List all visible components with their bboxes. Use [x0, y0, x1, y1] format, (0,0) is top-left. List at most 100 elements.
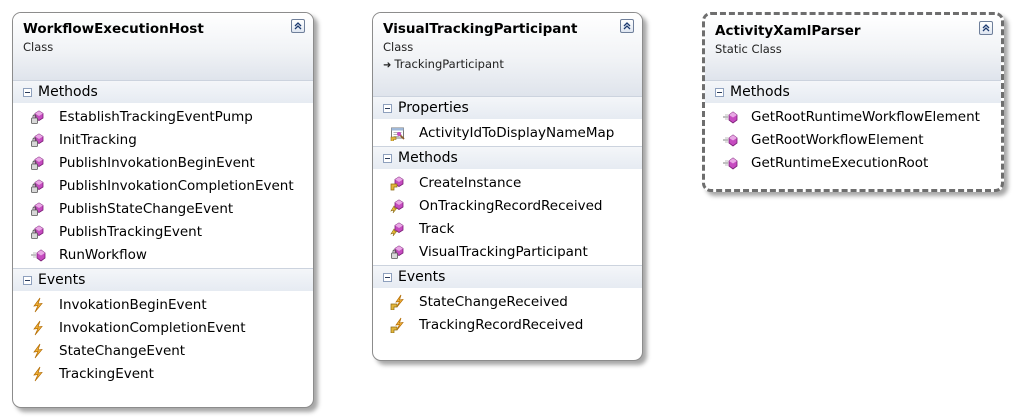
base-class-name: TrackingParticipant [394, 57, 504, 71]
protected-event-icon [390, 294, 406, 310]
member-list: InvokationBeginEvent InvokationCompletion… [13, 291, 313, 387]
member-item[interactable]: VisualTrackingParticipant [373, 240, 642, 263]
member-item[interactable]: RunWorkflow [13, 243, 313, 266]
compartment-methods: Methods EstablishTrackingEventPump InitTr… [13, 80, 313, 268]
protected-event-icon [390, 317, 406, 333]
member-label: PublishTrackingEvent [59, 223, 202, 240]
member-item[interactable]: CreateInstance [373, 171, 642, 194]
class-box-workflowexecutionhost[interactable]: WorkflowExecutionHost Class Methods Esta… [12, 12, 314, 408]
member-label: Track [419, 220, 455, 237]
private-method-icon [30, 224, 46, 240]
member-label: PublishInvokationCompletionEvent [59, 177, 294, 194]
member-label: TrackingRecordReceived [419, 316, 584, 333]
private-method-icon [30, 178, 46, 194]
member-label: CreateInstance [419, 174, 522, 191]
member-item[interactable]: InvokationBeginEvent [13, 293, 313, 316]
member-label: VisualTrackingParticipant [419, 243, 588, 260]
compartment-events: Events StateChangeReceived TrackingRecord… [373, 265, 642, 338]
base-class: ➜ TrackingParticipant [383, 55, 632, 75]
protected-override-method-icon [390, 198, 406, 214]
member-item[interactable]: GetRuntimeExecutionRoot [705, 151, 1001, 174]
compartment-label: Methods [398, 150, 458, 166]
class-kind: Static Class [715, 42, 782, 56]
compartment-events: Events InvokationBeginEvent InvokationCom… [13, 268, 313, 387]
event-icon [30, 343, 46, 359]
compartment-header-properties[interactable]: Properties [373, 97, 642, 119]
class-header: ActivityXamlParser Static Class [705, 15, 1001, 80]
member-label: InvokationCompletionEvent [59, 319, 246, 336]
member-list: GetRootRuntimeWorkflowElement GetRootWork… [705, 103, 1001, 176]
member-item[interactable]: TrackingRecordReceived [373, 313, 642, 336]
member-item[interactable]: EstablishTrackingEventPump [13, 105, 313, 128]
compartment-methods: Methods CreateInstance OnTrackingRecordRe… [373, 146, 642, 265]
public-method-icon [722, 109, 738, 125]
member-label: TrackingEvent [59, 365, 154, 382]
collapse-toggle-icon[interactable] [979, 21, 993, 35]
member-item[interactable]: StateChangeEvent [13, 339, 313, 362]
compartment-properties: Properties ActivityIdToDisplayNameMap [373, 96, 642, 146]
protected-override-method-icon [390, 221, 406, 237]
member-item[interactable]: Track [373, 217, 642, 240]
member-item[interactable]: GetRootRuntimeWorkflowElement [705, 105, 1001, 128]
compartment-label: Events [38, 272, 86, 288]
collapse-minus-icon[interactable] [383, 103, 392, 113]
class-name: VisualTrackingParticipant [383, 21, 578, 37]
event-icon [30, 297, 46, 313]
member-item[interactable]: StateChangeReceived [373, 290, 642, 313]
collapse-minus-icon[interactable] [23, 87, 32, 97]
collapse-toggle-icon[interactable] [291, 19, 305, 33]
member-item[interactable]: PublishInvokationBeginEvent [13, 151, 313, 174]
compartment-label: Methods [38, 84, 98, 100]
member-label: GetRuntimeExecutionRoot [751, 154, 929, 171]
class-name: ActivityXamlParser [715, 23, 861, 39]
member-item[interactable]: PublishStateChangeEvent [13, 197, 313, 220]
private-method-icon [30, 201, 46, 217]
private-method-icon [30, 132, 46, 148]
collapse-minus-icon[interactable] [715, 87, 724, 97]
member-item[interactable]: TrackingEvent [13, 362, 313, 385]
inherits-arrow-icon: ➜ [383, 60, 392, 71]
collapse-minus-icon[interactable] [383, 153, 392, 163]
member-label: ActivityIdToDisplayNameMap [419, 124, 615, 141]
member-item[interactable]: OnTrackingRecordReceived [373, 194, 642, 217]
class-kind: Class [383, 40, 414, 54]
private-method-icon [30, 109, 46, 125]
protected-method-icon [390, 175, 406, 191]
member-item[interactable]: InitTracking [13, 128, 313, 151]
member-label: EstablishTrackingEventPump [59, 108, 253, 125]
member-label: GetRootWorkflowElement [751, 131, 924, 148]
public-method-icon [30, 247, 46, 263]
compartment-label: Properties [398, 100, 469, 116]
member-list: ActivityIdToDisplayNameMap [373, 119, 642, 146]
class-box-activityxamlparser[interactable]: ActivityXamlParser Static Class Methods … [702, 12, 1004, 192]
property-icon [390, 125, 406, 142]
member-item[interactable]: PublishTrackingEvent [13, 220, 313, 243]
member-label: GetRootRuntimeWorkflowElement [751, 108, 980, 125]
member-item[interactable]: InvokationCompletionEvent [13, 316, 313, 339]
collapse-toggle-icon[interactable] [620, 19, 634, 33]
event-icon [30, 320, 46, 336]
member-label: PublishStateChangeEvent [59, 200, 234, 217]
member-label: InitTracking [59, 131, 137, 148]
member-label: StateChangeReceived [419, 293, 568, 310]
compartment-header-events[interactable]: Events [373, 266, 642, 288]
compartment-methods: Methods GetRootRuntimeWorkflowElement Get… [705, 80, 1001, 176]
member-item[interactable]: PublishInvokationCompletionEvent [13, 174, 313, 197]
collapse-minus-icon[interactable] [383, 272, 392, 282]
class-header: WorkflowExecutionHost Class [13, 13, 313, 80]
member-list: EstablishTrackingEventPump InitTracking Pu… [13, 103, 313, 268]
member-label: PublishInvokationBeginEvent [59, 154, 255, 171]
member-item[interactable]: GetRootWorkflowElement [705, 128, 1001, 151]
collapse-minus-icon[interactable] [23, 275, 32, 285]
member-item[interactable]: ActivityIdToDisplayNameMap [373, 121, 642, 144]
compartment-label: Methods [730, 84, 790, 100]
compartment-header-methods[interactable]: Methods [13, 81, 313, 103]
compartment-header-methods[interactable]: Methods [705, 81, 1001, 103]
public-method-icon [722, 132, 738, 148]
class-header: VisualTrackingParticipant Class ➜ Trackin… [373, 13, 642, 96]
compartment-header-events[interactable]: Events [13, 269, 313, 291]
member-list: StateChangeReceived TrackingRecordReceive… [373, 288, 642, 338]
class-box-visualtrackingparticipant[interactable]: VisualTrackingParticipant Class ➜ Trackin… [372, 12, 643, 361]
compartment-header-methods[interactable]: Methods [373, 147, 642, 169]
public-method-icon [722, 155, 738, 171]
